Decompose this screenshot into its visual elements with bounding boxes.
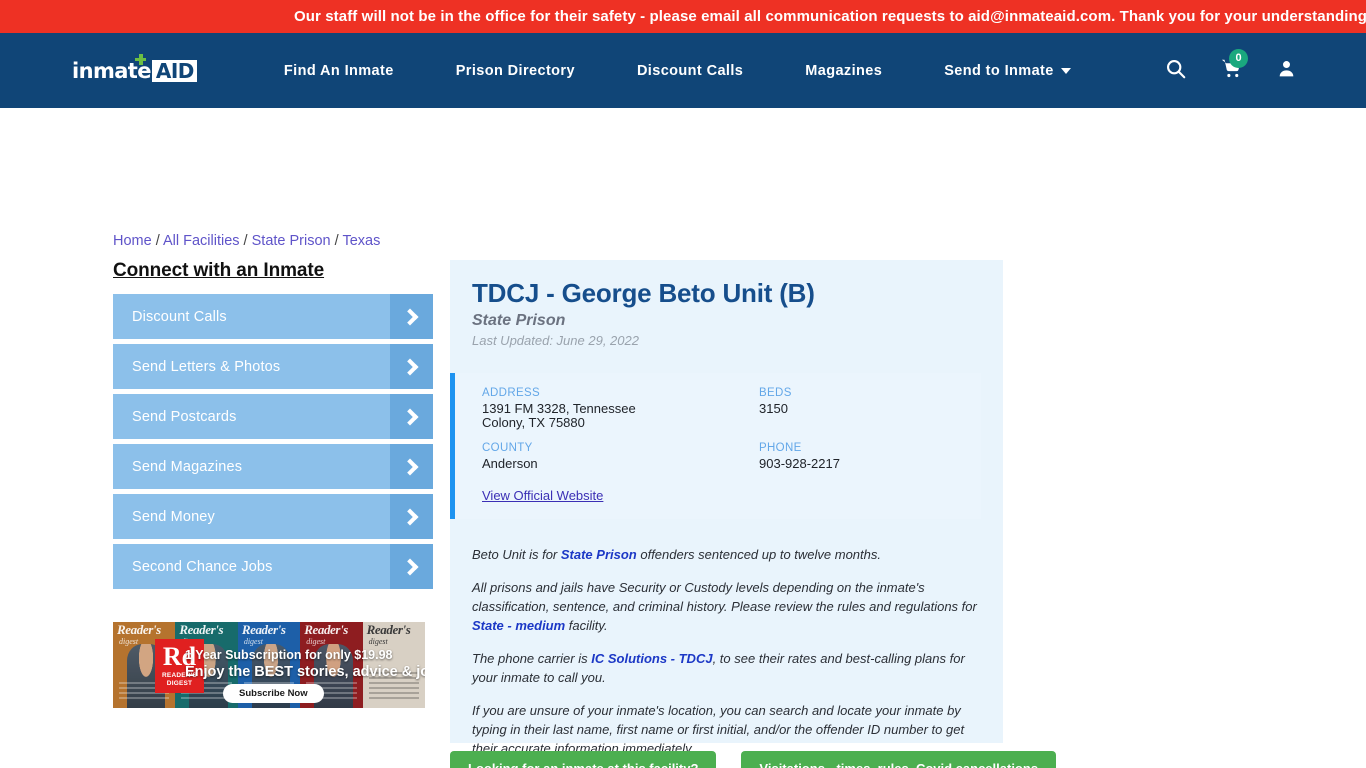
- breadcrumb-item-home[interactable]: Home: [113, 233, 152, 249]
- search-icon[interactable]: [1165, 58, 1186, 84]
- description-paragraph-2: All prisons and jails have Security or C…: [472, 578, 981, 635]
- chevron-right-icon: [390, 444, 433, 489]
- facility-last-updated: Last Updated: June 29, 2022: [472, 333, 639, 348]
- sidebar-item-send-letters-photos[interactable]: Send Letters & Photos: [113, 344, 433, 389]
- nav-item-discount-calls[interactable]: Discount Calls: [606, 63, 774, 79]
- breadcrumb-item-all-facilities[interactable]: All Facilities: [163, 233, 240, 249]
- nav-item-magazines[interactable]: Magazines: [774, 63, 913, 79]
- breadcrumb-separator: /: [330, 233, 343, 249]
- sidebar-item-send-magazines[interactable]: Send Magazines: [113, 444, 433, 489]
- p2-security-level-link[interactable]: State - medium: [472, 618, 565, 633]
- breadcrumb: Home / All Facilities / State Prison / T…: [113, 233, 380, 249]
- sidebar-item-label: Send Letters & Photos: [132, 358, 281, 375]
- facility-address-field: ADDRESS 1391 FM 3328, Tennessee Colony, …: [482, 387, 759, 429]
- sidebar-item-send-money[interactable]: Send Money: [113, 494, 433, 539]
- description-paragraph-4: If you are unsure of your inmate's locat…: [472, 702, 965, 756]
- ad-subscribe-button[interactable]: Subscribe Now: [223, 684, 324, 703]
- ad-brand-text: Reader's: [117, 622, 161, 637]
- address-value: 1391 FM 3328, Tennessee Colony, TX 75880: [482, 401, 636, 430]
- breadcrumb-separator: /: [151, 233, 163, 249]
- phone-value: 903-928-2217: [759, 456, 840, 471]
- nav-item-prison-directory[interactable]: Prison Directory: [425, 63, 606, 79]
- p1-state-prison-link[interactable]: State Prison: [561, 547, 637, 562]
- advertisement-banner[interactable]: Reader's digest Reader's digest Reader's…: [113, 622, 425, 708]
- sidebar-item-label: Discount Calls: [132, 308, 227, 325]
- breadcrumb-item-texas[interactable]: Texas: [342, 233, 380, 249]
- p1-text-b: offenders sentenced up to twelve months.: [636, 546, 881, 562]
- find-inmate-button[interactable]: Looking for an inmate at this facility?: [450, 751, 717, 768]
- action-button-row: Looking for an inmate at this facility? …: [450, 751, 1057, 768]
- p3-phone-carrier-link[interactable]: IC Solutions - TDCJ: [591, 651, 712, 666]
- main-navbar: inmate AID Find An Inmate Prison Directo…: [0, 33, 1366, 108]
- ad-brand-text: Reader's: [304, 622, 348, 637]
- sidebar-item-send-postcards[interactable]: Send Postcards: [113, 394, 433, 439]
- facility-title: TDCJ - George Beto Unit (B): [472, 278, 815, 308]
- nav-icon-group: 0: [1165, 48, 1296, 84]
- user-account-icon[interactable]: [1277, 58, 1296, 84]
- chevron-down-icon: [1060, 67, 1071, 74]
- p2-text-a: All prisons and jails have Security or C…: [472, 579, 977, 614]
- nav-item-send-to-inmate-label: Send to Inmate: [944, 62, 1054, 79]
- sidebar-item-label: Second Chance Jobs: [132, 558, 273, 575]
- ad-brand-text: Reader's: [179, 622, 224, 637]
- description-paragraph-3: The phone carrier is IC Solutions - TDCJ…: [472, 649, 981, 687]
- facility-card: TDCJ - George Beto Unit (B) State Prison…: [450, 260, 1003, 756]
- county-label: COUNTY: [482, 442, 533, 454]
- alert-banner: Our staff will not be in the office for …: [0, 0, 1366, 33]
- sidebar-item-label: Send Postcards: [132, 408, 237, 425]
- beds-label: BEDS: [759, 387, 792, 399]
- p2-text-b: facility.: [565, 617, 608, 633]
- breadcrumb-separator: /: [239, 233, 252, 249]
- alert-banner-text: Our staff will not be in the office for …: [294, 8, 1366, 25]
- chevron-right-icon: [390, 344, 433, 389]
- beds-value: 3150: [759, 401, 788, 416]
- chevron-right-icon: [390, 544, 433, 589]
- view-official-website-link[interactable]: View Official Website: [482, 488, 603, 503]
- ad-headline-primary: 1 Year Subscription for only $19.98: [185, 648, 393, 662]
- facility-county-field: COUNTY Anderson: [482, 442, 759, 471]
- facility-info-box: ADDRESS 1391 FM 3328, Tennessee Colony, …: [450, 373, 981, 519]
- logo-aid-badge: AID: [151, 59, 197, 82]
- nav-item-send-to-inmate[interactable]: Send to Inmate: [913, 63, 1102, 79]
- cart-count-badge: 0: [1229, 48, 1248, 68]
- chevron-right-icon: [390, 394, 433, 439]
- visitations-button[interactable]: Visitations - times, rules, Covid cancel…: [741, 751, 1057, 768]
- sidebar-item-discount-calls[interactable]: Discount Calls: [113, 294, 433, 339]
- green-cross-icon: [135, 53, 146, 65]
- ad-brand-text: Reader's: [366, 622, 411, 637]
- address-label: ADDRESS: [482, 387, 541, 399]
- p3-text-a: The phone carrier is: [472, 650, 592, 666]
- ad-headline-secondary: Enjoy the BEST stories, advice & jokes!: [185, 664, 425, 680]
- chevron-right-icon: [390, 294, 433, 339]
- sidebar-item-label: Send Money: [132, 508, 215, 525]
- facility-beds-field: BEDS 3150: [759, 387, 981, 429]
- facility-info-grid: ADDRESS 1391 FM 3328, Tennessee Colony, …: [482, 387, 981, 471]
- sidebar-item-label: Send Magazines: [132, 458, 243, 475]
- ad-brand-sub: digest: [368, 637, 388, 646]
- phone-label: PHONE: [759, 442, 802, 454]
- site-logo[interactable]: inmate AID: [72, 53, 197, 84]
- cart-icon[interactable]: 0: [1220, 48, 1248, 84]
- sidebar-item-second-chance-jobs[interactable]: Second Chance Jobs: [113, 544, 433, 589]
- sidebar-title: Connect with an Inmate: [113, 260, 325, 281]
- nav-item-find-an-inmate[interactable]: Find An Inmate: [253, 63, 425, 79]
- county-value: Anderson: [482, 456, 538, 471]
- ad-brand-text: Reader's: [241, 622, 286, 637]
- facility-description: Beto Unit is for State Prison offenders …: [450, 545, 1003, 758]
- facility-type: State Prison: [472, 312, 566, 329]
- p1-text-a: Beto Unit is for: [472, 546, 561, 562]
- chevron-right-icon: [390, 494, 433, 539]
- nav-links: Find An Inmate Prison Directory Discount…: [253, 63, 1102, 79]
- breadcrumb-item-state-prison[interactable]: State Prison: [252, 233, 331, 249]
- sidebar: Connect with an Inmate Discount Calls Se…: [113, 260, 433, 594]
- facility-phone-field: PHONE 903-928-2217: [759, 442, 981, 471]
- description-paragraph-1: Beto Unit is for State Prison offenders …: [472, 545, 981, 564]
